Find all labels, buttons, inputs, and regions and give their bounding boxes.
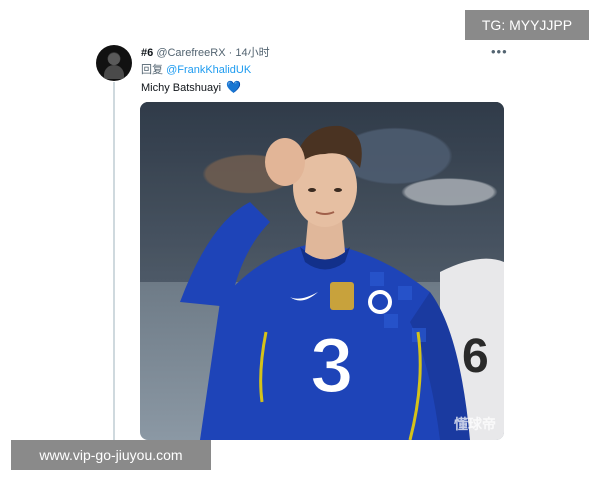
tweet-photo[interactable]: 6 3 懂球帝 <box>140 102 504 440</box>
user-avatar[interactable] <box>96 45 132 81</box>
svg-text:3: 3 <box>310 321 353 409</box>
user-handle[interactable]: @CarefreeRX <box>156 47 225 59</box>
player-illustration: 6 3 <box>180 125 504 440</box>
reply-mention-link[interactable]: @FrankKhalidUK <box>166 64 251 76</box>
user-display-name[interactable]: #6 <box>141 47 153 59</box>
reply-prefix: 回复 <box>141 64 163 76</box>
tweet-text-content: Michy Batshuayi <box>141 82 222 94</box>
thread-line <box>113 82 115 442</box>
blue-heart-emoji: 💙 <box>226 80 242 94</box>
tweet-text: Michy Batshuayi 💙 <box>141 80 241 95</box>
photo-watermark: 懂球帝 <box>454 416 496 432</box>
website-overlay-label: www.vip-go-jiuyou.com <box>11 440 211 470</box>
more-horizontal-icon[interactable]: ••• <box>491 44 508 59</box>
svg-text:6: 6 <box>462 330 489 383</box>
reply-context: 回复 @FrankKhalidUK <box>141 63 251 77</box>
separator-dot: · <box>228 47 233 59</box>
telegram-overlay-label: TG: MYYJJPP <box>465 10 589 40</box>
tweet-timestamp[interactable]: 14小时 <box>235 47 269 59</box>
tweet-header: #6 @CarefreeRX · 14小时 <box>141 46 270 60</box>
tweet-card: #6 @CarefreeRX · 14小时 ••• 回复 @FrankKhali… <box>0 0 600 480</box>
